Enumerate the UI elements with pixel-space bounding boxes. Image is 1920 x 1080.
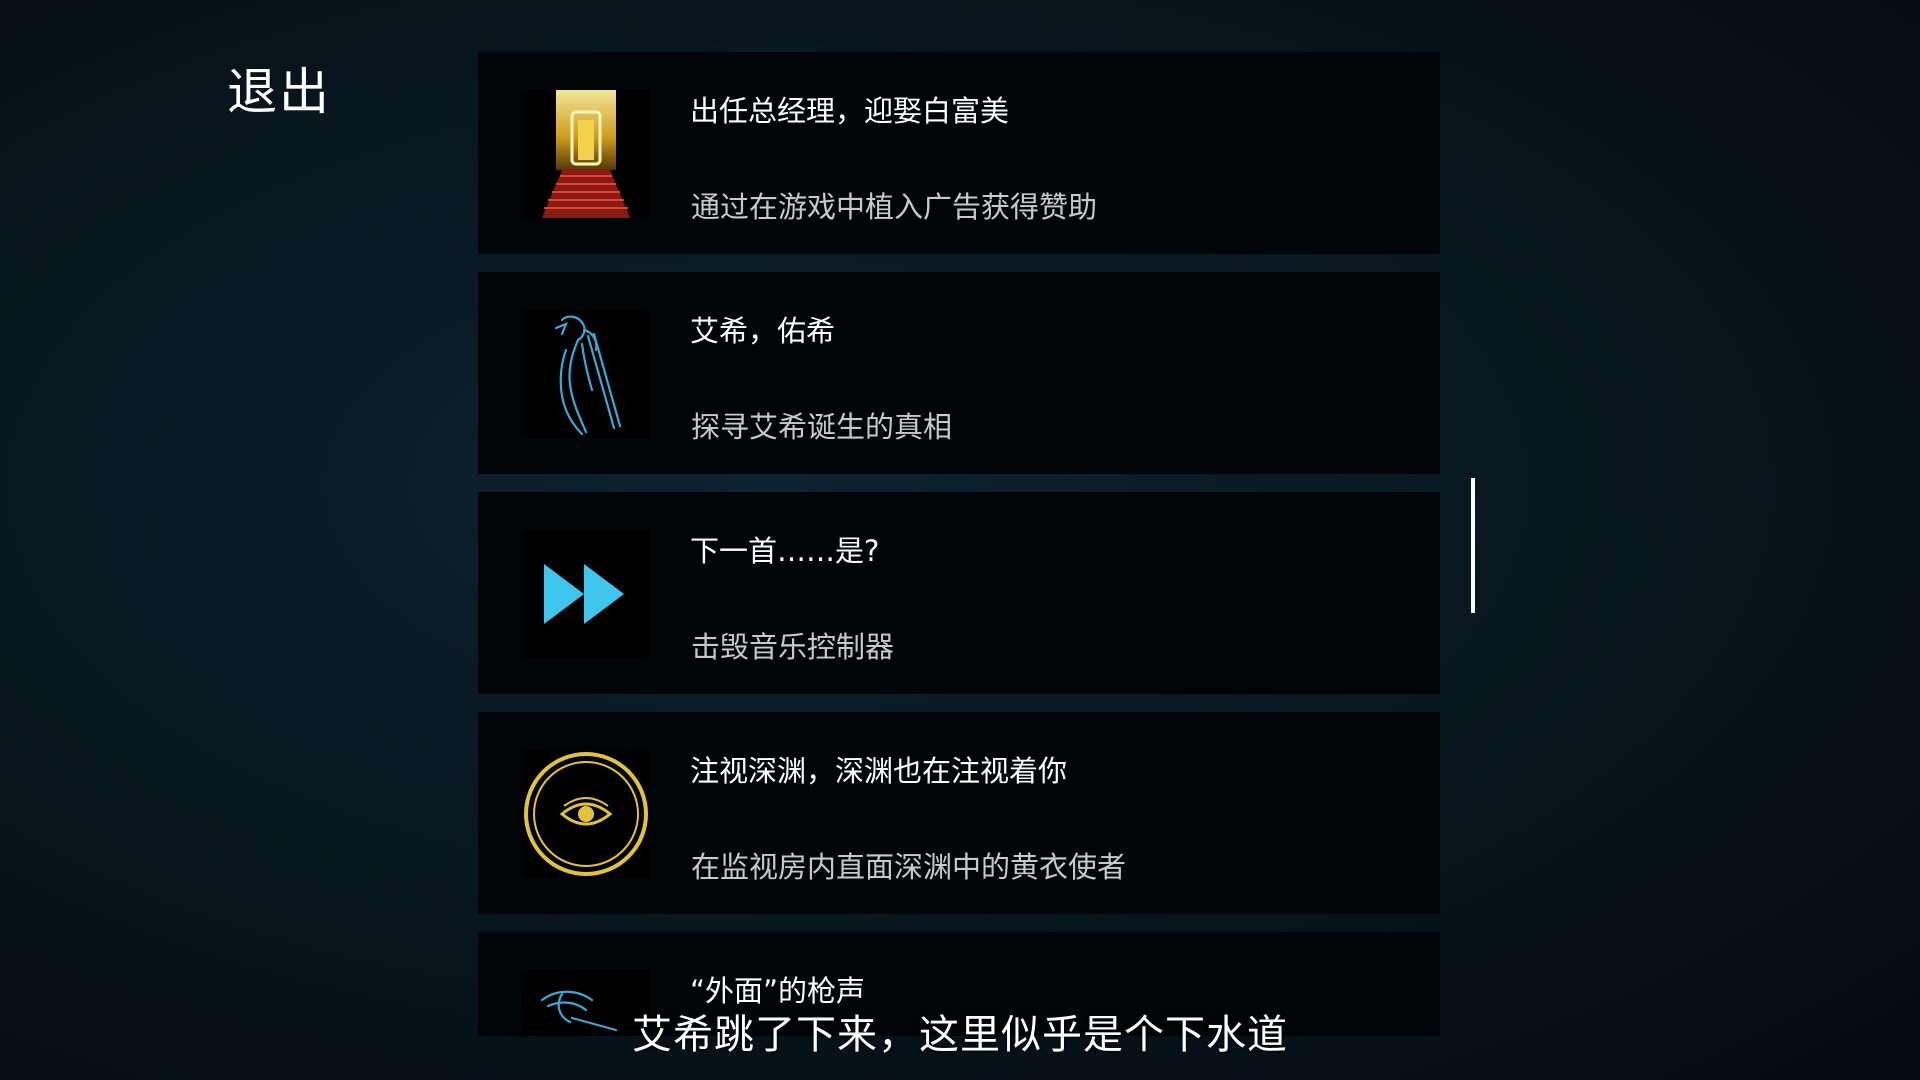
achievement-title: 艾希，佑希 <box>690 314 836 348</box>
achievement-description: 探寻艾希诞生的真相 <box>691 410 953 444</box>
achievement-card[interactable]: 艾希，佑希 探寻艾希诞生的真相 <box>478 272 1440 474</box>
fast-forward-icon <box>522 530 650 658</box>
achievement-description: 在监视房内直面深渊中的黄衣使者 <box>691 850 1127 884</box>
red-carpet-stairs-icon <box>522 90 650 218</box>
achievement-card[interactable]: 注视深渊，深渊也在注视着你 在监视房内直面深渊中的黄衣使者 <box>478 712 1440 914</box>
achievement-description: 击毁音乐控制器 <box>691 630 895 664</box>
scrollbar-thumb[interactable] <box>1471 478 1475 613</box>
achievement-title: 下一首……是? <box>690 534 880 568</box>
sword-figure-icon <box>522 310 650 438</box>
exit-button[interactable]: 退出 <box>227 52 331 124</box>
achievement-title: 出任总经理，迎娶白富美 <box>690 94 1010 128</box>
achievement-title: 注视深渊，深渊也在注视着你 <box>690 754 1068 788</box>
achievement-description: 通过在游戏中植入广告获得赞助 <box>691 190 1098 224</box>
eye-circle-icon <box>522 750 650 878</box>
dialogue-subtitle: 艾希跳了下来，这里似乎是个下水道 <box>632 1012 1288 1058</box>
achievement-card[interactable]: 出任总经理，迎娶白富美 通过在游戏中植入广告获得赞助 <box>478 52 1440 254</box>
achievement-card[interactable]: 下一首……是? 击毁音乐控制器 <box>478 492 1440 694</box>
achievement-list[interactable]: 出任总经理，迎娶白富美 通过在游戏中植入广告获得赞助 艾希，佑希 探寻艾希诞生的… <box>478 52 1440 1036</box>
